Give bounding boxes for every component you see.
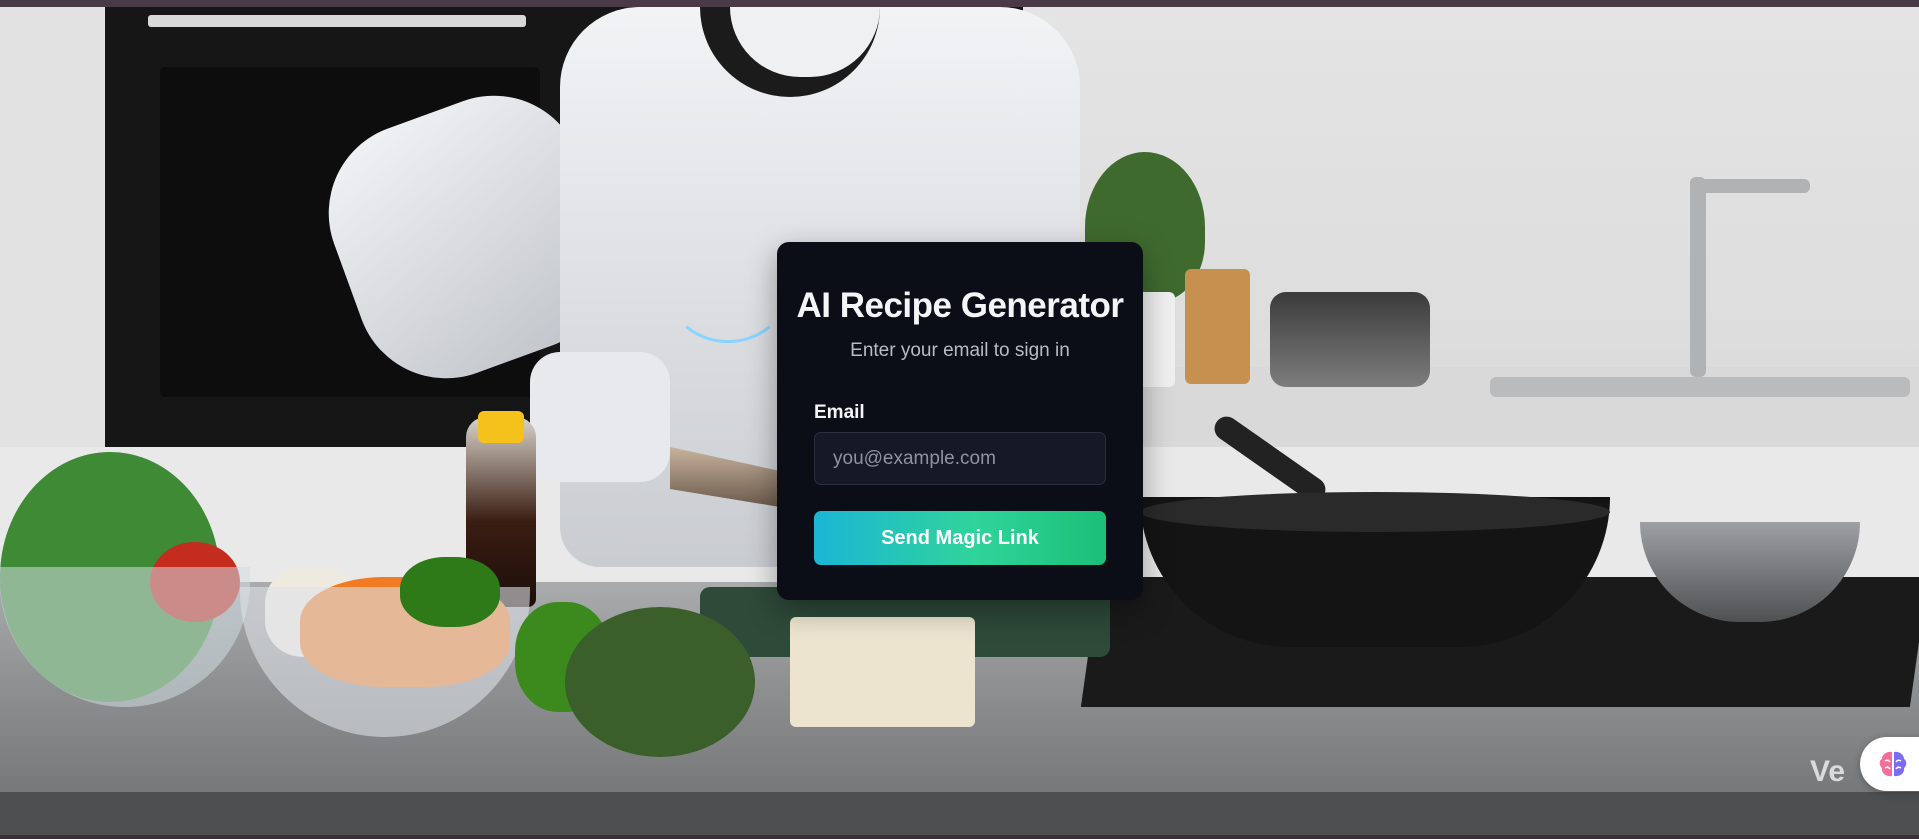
bottom-bar xyxy=(0,835,1919,839)
email-field[interactable] xyxy=(814,432,1106,485)
top-bar xyxy=(0,0,1919,7)
assistant-badge[interactable] xyxy=(1860,737,1919,791)
sign-in-card: AI Recipe Generator Enter your email to … xyxy=(777,242,1143,600)
sign-in-subtitle: Enter your email to sign in xyxy=(850,340,1070,361)
brain-icon xyxy=(1879,751,1907,777)
send-magic-link-button[interactable]: Send Magic Link xyxy=(814,511,1106,565)
video-watermark: Ve xyxy=(1810,755,1846,788)
email-label: Email xyxy=(814,402,865,423)
page-title: AI Recipe Generator xyxy=(796,286,1125,325)
